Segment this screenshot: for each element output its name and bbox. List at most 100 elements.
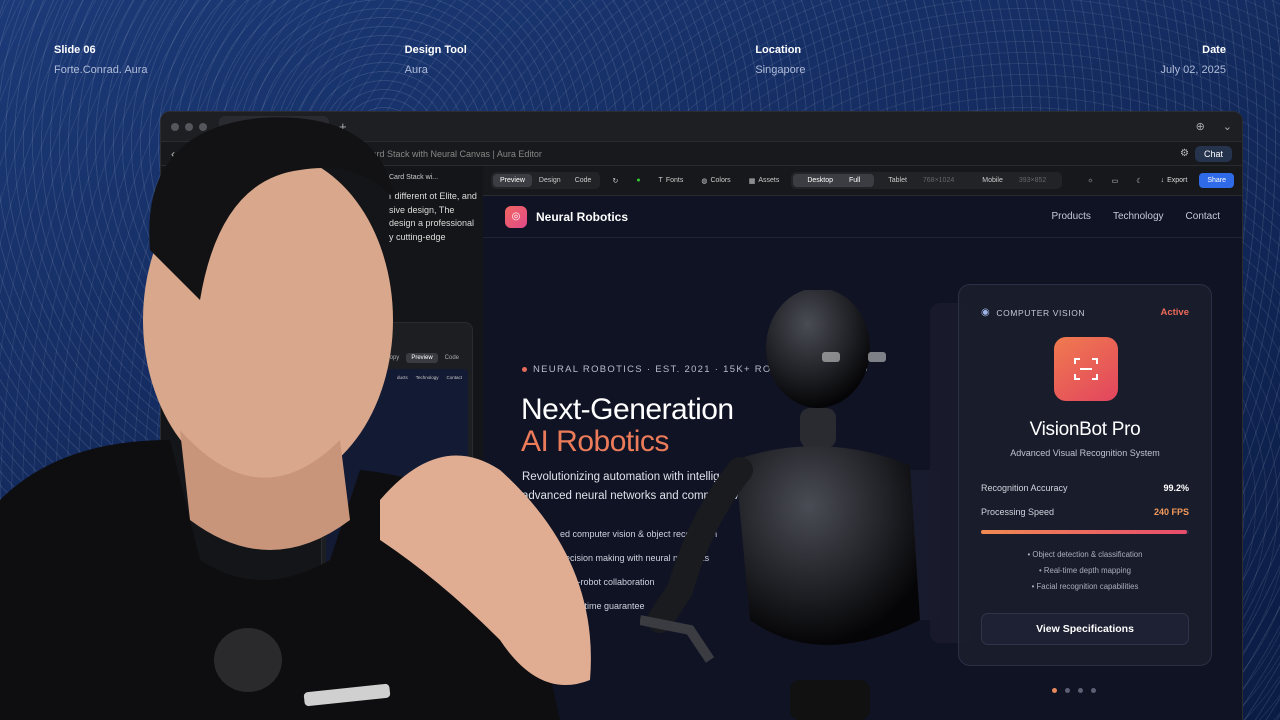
product-subtitle: Advanced Visual Recognition System: [1010, 448, 1160, 458]
nav-contact[interactable]: Contact: [1186, 211, 1220, 222]
assets-icon: ▦: [748, 177, 756, 185]
product-name: VisionBot Pro: [1029, 419, 1141, 440]
pager-dot[interactable]: [1078, 688, 1083, 693]
desktop-label: Desktop: [807, 177, 834, 184]
meta-key: Location: [755, 44, 802, 56]
meta-value: Singapore: [755, 64, 806, 76]
fonts-icon: T: [658, 177, 663, 184]
metric-value: 99.2%: [1163, 483, 1189, 493]
robot-image: [640, 290, 920, 720]
metric-row: Processing Speed 240 FPS: [981, 507, 1189, 517]
progress-fill: [981, 530, 1187, 534]
meta-key: Design Tool: [404, 44, 467, 56]
sun-icon[interactable]: ☼: [1081, 174, 1099, 187]
mini-text: robots powered by vision: [362, 498, 423, 504]
download-small-icon: ↓: [1160, 177, 1165, 184]
mini-nav-item: Contact: [446, 375, 462, 380]
chat-button[interactable]: Chat: [1194, 145, 1232, 162]
moon-icon[interactable]: ☾: [1130, 174, 1148, 188]
browser-tab[interactable]: Inter...ack: [219, 115, 329, 138]
tab-design[interactable]: Design: [532, 174, 568, 187]
meta-value: Aura: [404, 64, 428, 76]
palette-icon: ◍: [701, 177, 708, 185]
page-title: Card Stack with Neural Canvas | Aura Edi…: [365, 148, 542, 159]
pager-dot[interactable]: [1091, 688, 1096, 693]
assets-label: Assets: [758, 177, 780, 184]
brand-name[interactable]: Neural Robotics: [536, 210, 628, 224]
mobile-label: Mobile: [982, 177, 1003, 184]
site-nav: ◎ Neural Robotics Products Technology Co…: [483, 196, 1242, 238]
close-dot[interactable]: [171, 122, 179, 131]
pager-dot[interactable]: [1065, 688, 1070, 693]
meta-value: July 02, 2025: [1160, 64, 1226, 76]
slide-meta: Slide 06 Forte.Conrad. Aura Design Tool Au…: [54, 44, 1226, 76]
back-icon[interactable]: ‹: [171, 147, 175, 161]
colors-button[interactable]: ◍ Colors: [695, 174, 736, 188]
preview-thumbnail[interactable]: opy Preview Code ducts Technology Contact …: [321, 322, 473, 622]
tab-code[interactable]: Code: [568, 174, 599, 187]
bot-icon[interactable]: ⚙: [1180, 148, 1189, 159]
status-badge: Active: [1160, 307, 1189, 318]
capability-item: • Real-time depth mapping: [1038, 566, 1131, 575]
nav-products[interactable]: Products: [1051, 211, 1090, 222]
export-button[interactable]: ↓ Export: [1155, 174, 1194, 187]
fonts-button[interactable]: T Fonts: [653, 174, 690, 187]
capability-item: • Object detection & classification: [1027, 550, 1143, 559]
metric-value: 240 FPS: [1153, 507, 1189, 517]
progress-bar: [981, 530, 1189, 534]
mini-nav-item: ducts: [396, 375, 408, 380]
metric-label: Recognition Accuracy: [981, 483, 1068, 493]
meta-value: Forte.Conrad. Aura: [54, 64, 148, 76]
nav-technology[interactable]: Technology: [1113, 211, 1164, 222]
card-title[interactable]: Card Stack wi...: [389, 174, 438, 181]
monitor-icon[interactable]: ▭: [1106, 174, 1125, 188]
mini-tab-preview[interactable]: Preview: [406, 353, 438, 363]
download-icon[interactable]: ⊕: [1196, 120, 1205, 133]
editor-toolbar: Preview Design Code ↻ ● T Fonts ◍ Colors ▦…: [483, 166, 1242, 196]
capability-list: • Object detection & classification • Re…: [959, 547, 1211, 595]
chevron-down-icon[interactable]: ⌄: [1223, 120, 1232, 133]
tablet-label: Tablet: [888, 177, 907, 184]
scan-icon: [1054, 337, 1118, 401]
brand-logo-icon[interactable]: ◎: [505, 205, 527, 228]
pager-dot[interactable]: [1052, 688, 1057, 693]
eyebrow-dot: [522, 367, 527, 372]
refresh-icon[interactable]: ↻: [606, 174, 624, 188]
meta-key: Date: [1202, 44, 1226, 56]
desktop-sub: Full: [848, 177, 861, 184]
view-switcher: Preview Design Code: [491, 172, 601, 189]
device-mobile[interactable]: Mobile 393×852: [968, 174, 1060, 187]
maximize-dot[interactable]: [199, 122, 207, 131]
mini-nav-item: Technology: [415, 375, 439, 380]
share-button[interactable]: Share: [1199, 173, 1234, 188]
card-section-label: COMPUTER VISION: [996, 307, 1086, 318]
carousel-pager: [1052, 688, 1096, 693]
device-desktop[interactable]: Desktop Full: [793, 174, 875, 187]
chat-sidebar: Card Stack wi... r different ot Elite, a…: [161, 166, 483, 720]
vision-card[interactable]: ◉ COMPUTER VISION Active VisionBot Pro A…: [958, 284, 1212, 666]
device-tablet[interactable]: Tablet 768×1024: [874, 174, 968, 187]
assets-button[interactable]: ▦ Assets: [743, 174, 786, 188]
meta-key: Slide 06: [54, 44, 96, 56]
mini-preview: ducts Technology Contact robots powered by…: [326, 369, 468, 581]
new-tab-icon[interactable]: +: [339, 119, 347, 134]
assistant-message: r different ot Elite, and sive design, T…: [389, 191, 477, 242]
tab-preview[interactable]: Preview: [493, 174, 532, 187]
window-controls[interactable]: [171, 122, 207, 131]
colors-label: Colors: [710, 177, 731, 184]
mobile-sub: 393×852: [1018, 177, 1047, 184]
minimize-dot[interactable]: [185, 122, 193, 131]
live-indicator-icon[interactable]: ●: [630, 174, 646, 187]
mini-tab-code[interactable]: Code: [440, 353, 464, 363]
capability-item: • Facial recognition capabilities: [1031, 582, 1139, 591]
export-label: Export: [1167, 177, 1188, 184]
metric-label: Processing Speed: [981, 507, 1055, 517]
fonts-label: Fonts: [665, 177, 684, 184]
card-header: ◉ COMPUTER VISION Active: [981, 307, 1189, 318]
mini-tab[interactable]: opy: [385, 353, 405, 363]
title-bar: Inter...ack + ⊕ ⌄: [161, 112, 1242, 142]
tablet-sub: 768×1024: [922, 177, 955, 184]
metric-row: Recognition Accuracy 99.2%: [981, 483, 1189, 493]
eye-icon: ◉: [981, 307, 991, 318]
view-specifications-button[interactable]: View Specifications: [981, 613, 1189, 645]
